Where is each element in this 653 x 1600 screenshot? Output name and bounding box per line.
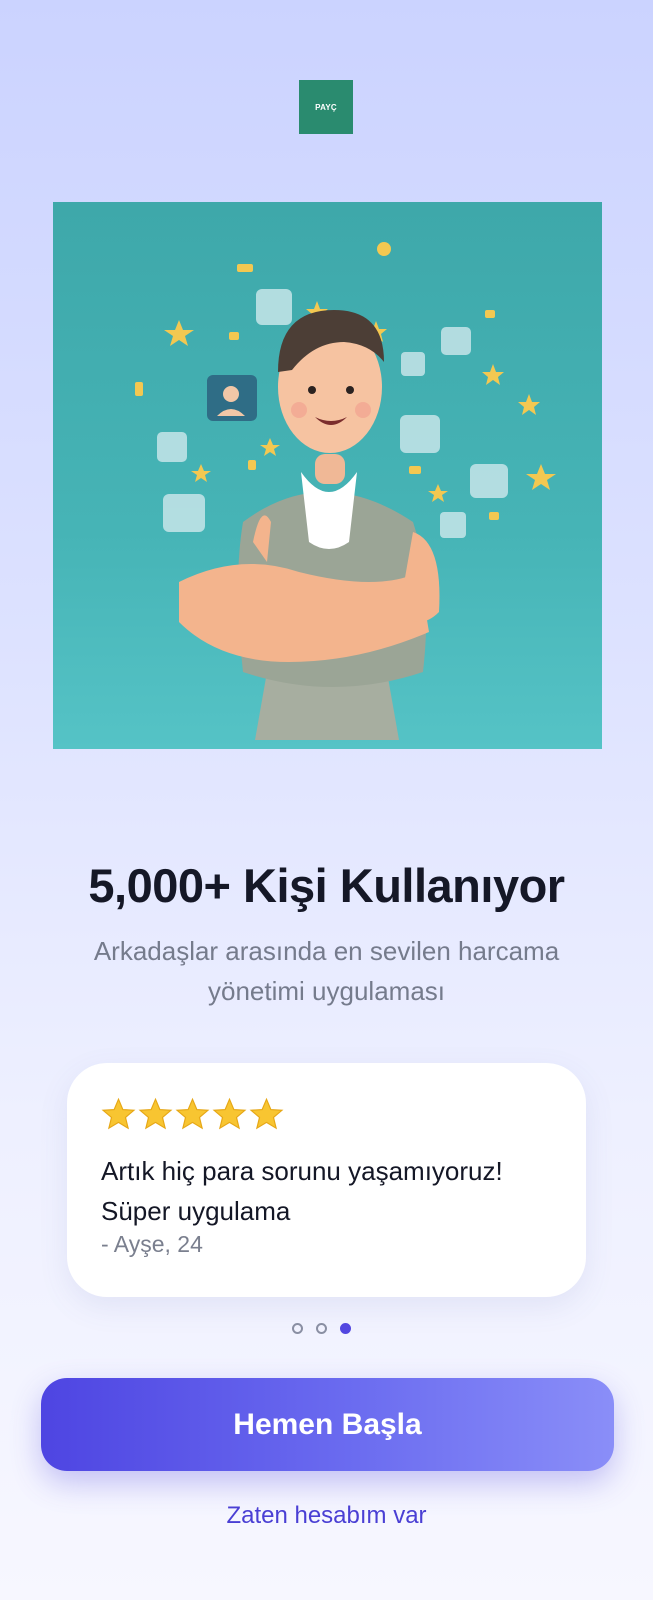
pagination-dots <box>292 1323 351 1334</box>
pagination-dot[interactable] <box>292 1323 303 1334</box>
star-icon <box>212 1097 247 1130</box>
headline: 5,000+ Kişi Kullanıyor <box>88 859 565 912</box>
quote-line-2: Süper uygulama <box>101 1196 291 1226</box>
subtitle: Arkadaşlar arasında en sevilen harcama y… <box>40 931 613 1011</box>
get-started-button[interactable]: Hemen Başla <box>41 1378 614 1471</box>
testimonial-card: Artık hiç para sorunu yaşamıyoruz! Süper… <box>67 1063 586 1297</box>
testimonial-author: - Ayşe, 24 <box>101 1231 203 1257</box>
app-logo: PAYÇ <box>299 80 353 134</box>
quote-line-1: Artık hiç para sorunu yaşamıyoruz! <box>101 1156 503 1186</box>
already-have-account-link[interactable]: Zaten hesabım var <box>0 1502 653 1530</box>
subtitle-line-2: yönetimi uygulaması <box>208 976 445 1006</box>
star-icon <box>101 1097 136 1130</box>
subtitle-line-1: Arkadaşlar arasında en sevilen harcama <box>93 936 560 966</box>
star-icon <box>249 1097 284 1130</box>
hero-illustration <box>53 202 602 749</box>
app-logo-text: PAYÇ <box>315 102 337 112</box>
rating-stars <box>101 1097 284 1132</box>
pagination-dot-active[interactable] <box>340 1323 351 1334</box>
star-icon <box>175 1097 210 1130</box>
star-icon <box>138 1097 173 1130</box>
testimonial-quote: Artık hiç para sorunu yaşamıyoruz! Süper… <box>101 1151 556 1231</box>
pagination-dot[interactable] <box>316 1323 327 1334</box>
